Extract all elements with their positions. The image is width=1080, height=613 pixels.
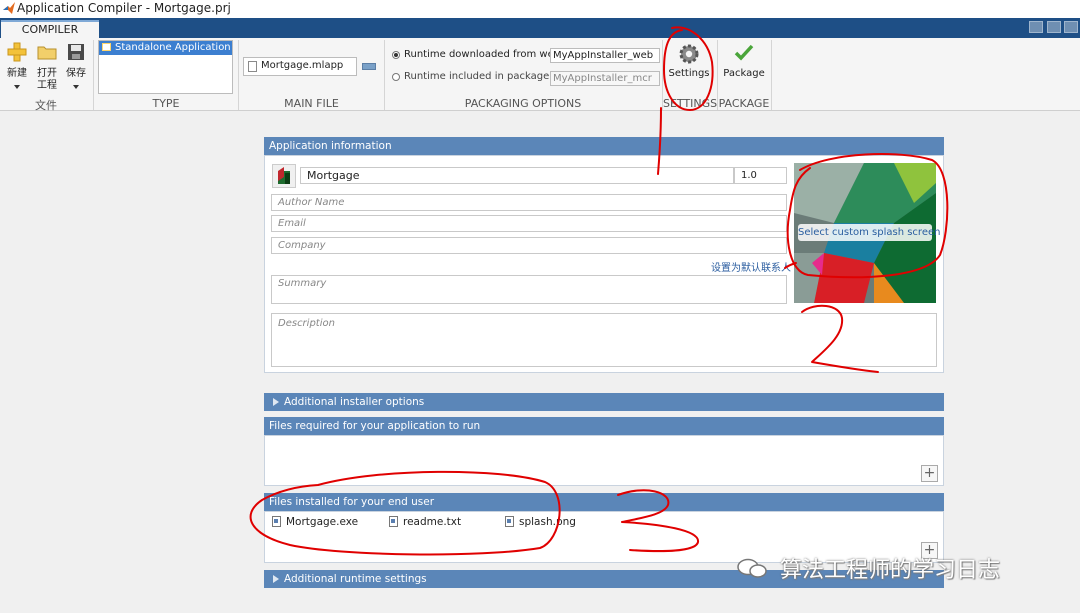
installed-file-item[interactable]: Mortgage.exe xyxy=(272,516,358,528)
type-item-label: Standalone Application xyxy=(115,42,231,53)
new-label: 新建 xyxy=(7,68,27,79)
file-icon xyxy=(272,516,281,527)
expand-arrow-icon xyxy=(273,575,279,583)
package-label: Package xyxy=(723,68,765,79)
additional-installer-header[interactable]: Additional installer options xyxy=(264,393,944,411)
quick-access-minimize-icon[interactable] xyxy=(1047,21,1061,33)
matlab-logo-icon xyxy=(3,2,15,14)
save-disk-icon xyxy=(68,44,84,60)
version-input[interactable]: 1.0 xyxy=(734,167,787,184)
expand-arrow-icon xyxy=(273,398,279,406)
app-icon-button[interactable] xyxy=(272,164,296,188)
set-default-contact-link[interactable]: 设置为默认联系人 xyxy=(711,259,791,274)
author-name-input[interactable]: Author Name xyxy=(271,194,787,211)
group-label-settings: SETTINGS xyxy=(663,97,718,110)
new-dropdown-arrow-icon[interactable] xyxy=(14,85,20,89)
window-title: Application Compiler - Mortgage.prj xyxy=(17,1,231,15)
tab-compiler[interactable]: COMPILER xyxy=(1,20,99,39)
radio-runtime-web[interactable] xyxy=(392,51,400,59)
open-project-button[interactable]: 打开 工程 xyxy=(34,42,60,94)
watermark-text: 算法工程师的学习日志 xyxy=(780,558,1001,583)
application-icon xyxy=(102,43,111,51)
open-folder-icon xyxy=(37,46,57,60)
installed-file-name: readme.txt xyxy=(403,516,462,528)
ribbon-separator xyxy=(771,40,772,110)
ribbon-tab-bar xyxy=(0,18,1080,38)
radio-runtime-package[interactable] xyxy=(392,73,400,81)
web-installer-name-input[interactable]: MyAppInstaller_web xyxy=(550,48,660,63)
wechat-logo-icon xyxy=(737,558,767,578)
settings-label: Settings xyxy=(668,68,710,79)
quick-access-restore-icon[interactable] xyxy=(1064,21,1078,33)
installed-file-name: Mortgage.exe xyxy=(286,516,359,528)
package-button[interactable]: Package xyxy=(720,42,768,86)
group-label-type: TYPE xyxy=(152,97,180,110)
additional-runtime-label: Additional runtime settings xyxy=(284,573,427,585)
app-info-header: Application information xyxy=(264,137,944,155)
app-info-header-label: Application information xyxy=(269,140,392,152)
group-label-packaging: PACKAGING OPTIONS xyxy=(464,97,582,110)
additional-installer-label: Additional installer options xyxy=(284,396,425,408)
app-name-input[interactable]: Mortgage xyxy=(300,167,734,184)
summary-input[interactable]: Summary xyxy=(271,275,787,304)
save-label: 保存 xyxy=(66,68,86,79)
main-file-name: Mortgage.mlapp xyxy=(261,60,344,71)
settings-gear-icon xyxy=(679,44,699,64)
new-plus-icon xyxy=(7,42,27,62)
save-button[interactable]: 保存 xyxy=(64,42,88,94)
select-splash-screen-button[interactable]: Select custom splash screen xyxy=(798,224,940,241)
file-icon xyxy=(389,516,398,527)
description-input[interactable]: Description xyxy=(271,313,937,367)
group-label-package: PACKAGE xyxy=(718,97,770,110)
email-input[interactable]: Email xyxy=(271,215,787,232)
window-title-bar: Application Compiler - Mortgage.prj xyxy=(0,0,1080,18)
installed-file-item[interactable]: readme.txt xyxy=(389,516,461,528)
file-icon xyxy=(505,516,514,527)
package-checkmark-icon xyxy=(734,44,754,61)
files-required-header: Files required for your application to r… xyxy=(264,417,944,435)
mlapp-file-icon xyxy=(248,61,257,72)
app-icon xyxy=(278,167,290,184)
settings-button[interactable]: Settings xyxy=(666,42,712,86)
new-button[interactable]: 新建 xyxy=(5,42,29,94)
group-label-main-file: MAIN FILE xyxy=(284,97,339,110)
quick-access-save-icon[interactable] xyxy=(1029,21,1043,33)
installed-file-name: splash.png xyxy=(519,516,576,528)
installed-file-item[interactable]: splash.png xyxy=(505,516,576,528)
radio-runtime-package-label: Runtime included in package xyxy=(404,71,550,82)
files-required-list xyxy=(264,435,944,486)
main-file-remove-icon[interactable] xyxy=(362,63,376,70)
add-required-file-button[interactable]: + xyxy=(921,465,938,482)
group-label-file: 文件 xyxy=(35,99,57,112)
files-installed-header: Files installed for your end user xyxy=(264,493,944,511)
radio-runtime-web-label: Runtime downloaded from web xyxy=(404,49,561,60)
open-label-line2: 工程 xyxy=(37,80,57,91)
type-item-standalone[interactable]: Standalone Application xyxy=(99,41,232,55)
open-label-line1: 打开 xyxy=(37,68,57,79)
files-installed-label: Files installed for your end user xyxy=(269,496,435,508)
save-dropdown-arrow-icon[interactable] xyxy=(73,85,79,89)
main-file-field[interactable]: Mortgage.mlapp xyxy=(243,57,357,76)
company-input[interactable]: Company xyxy=(271,237,787,254)
package-installer-name-input[interactable]: MyAppInstaller_mcr xyxy=(550,71,660,86)
files-required-label: Files required for your application to r… xyxy=(269,420,481,432)
